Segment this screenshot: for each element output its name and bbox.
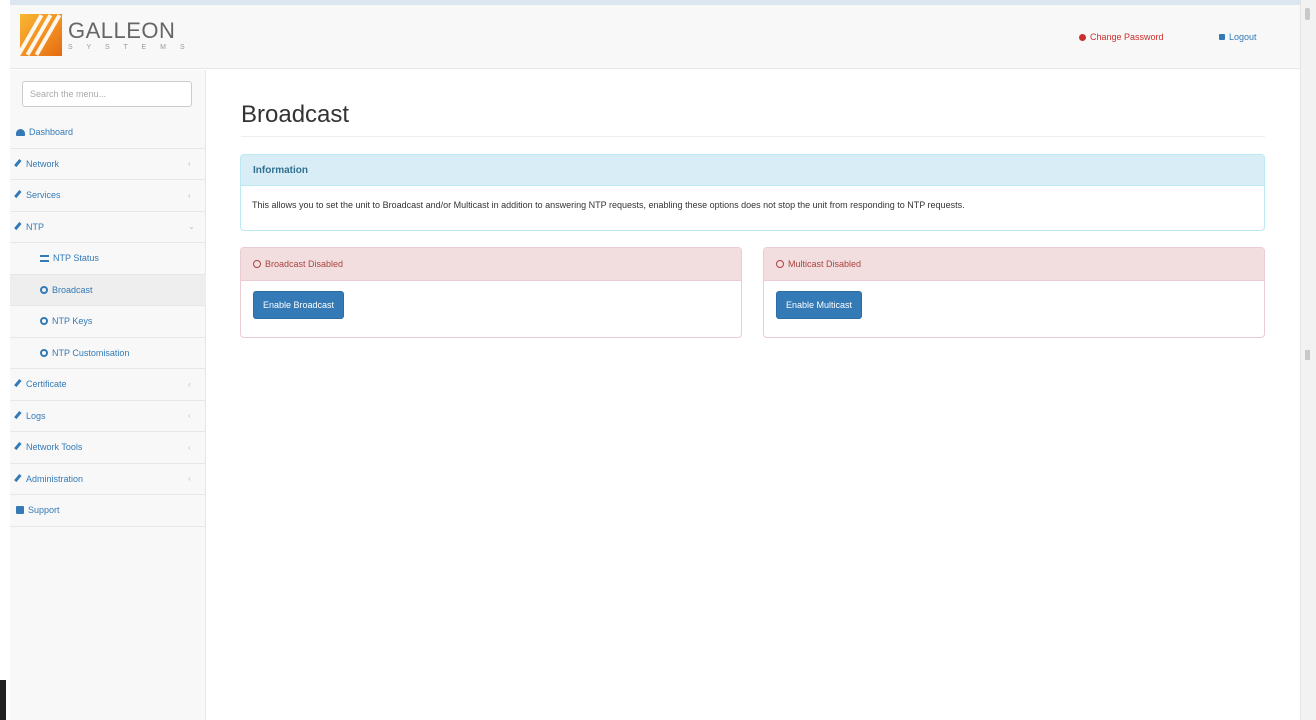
sidebar-item-ntp-customisation[interactable]: NTP Customisation bbox=[10, 338, 206, 369]
sidebar-item-ntp-keys[interactable]: NTP Keys bbox=[10, 306, 206, 338]
multicast-status-label: Multicast Disabled bbox=[788, 259, 862, 269]
page-title: Broadcast bbox=[241, 101, 350, 128]
sidebar-item-ntp[interactable]: NTP ⌄ bbox=[10, 212, 206, 243]
broadcast-status-label: Broadcast Disabled bbox=[265, 259, 344, 269]
broadcast-status-heading: Broadcast Disabled bbox=[241, 248, 741, 281]
vertical-scrollbar[interactable] bbox=[1300, 0, 1316, 720]
sidebar-menu: Dashboard Network ‹ Services ‹ NTP ⌄ NTP St… bbox=[10, 117, 206, 527]
wrench-icon bbox=[14, 190, 24, 201]
wrench-icon bbox=[14, 158, 24, 169]
globe-icon bbox=[40, 317, 48, 326]
power-off-icon bbox=[253, 260, 261, 268]
chevron-left-icon: ‹ bbox=[188, 190, 191, 200]
multicast-panel: Multicast Disabled Enable Multicast bbox=[763, 247, 1265, 338]
chevron-left-icon: ‹ bbox=[188, 411, 191, 421]
wrench-icon bbox=[14, 473, 24, 484]
scrollbar-thumb[interactable] bbox=[1305, 350, 1310, 360]
multicast-status-heading: Multicast Disabled bbox=[764, 248, 1264, 281]
chevron-left-icon: ‹ bbox=[188, 379, 191, 389]
sidebar-item-dashboard[interactable]: Dashboard bbox=[10, 117, 206, 149]
sidebar-item-administration[interactable]: Administration ‹ bbox=[10, 464, 206, 495]
dashboard-icon bbox=[16, 128, 25, 136]
chevron-left-icon: ‹ bbox=[188, 442, 191, 452]
power-off-icon bbox=[776, 260, 784, 268]
enable-broadcast-button[interactable]: Enable Broadcast bbox=[253, 291, 345, 319]
lock-icon bbox=[1219, 34, 1225, 40]
logo-mark-icon bbox=[20, 14, 62, 56]
plus-square-icon bbox=[16, 506, 24, 515]
logout-link[interactable]: Logout bbox=[1219, 32, 1257, 42]
sidebar-item-logs[interactable]: Logs ‹ bbox=[10, 401, 206, 432]
sidebar-item-support[interactable]: Support bbox=[10, 495, 206, 527]
globe-icon bbox=[40, 348, 48, 357]
sidebar-item-network-tools[interactable]: Network Tools ‹ bbox=[10, 432, 206, 464]
window-left-edge-dark bbox=[0, 680, 6, 720]
exclamation-circle-icon bbox=[1079, 33, 1086, 41]
globe-icon bbox=[40, 285, 48, 294]
change-password-link[interactable]: Change Password bbox=[1079, 32, 1164, 42]
sidebar-item-ntp-status[interactable]: NTP Status bbox=[10, 243, 206, 275]
logout-label: Logout bbox=[1229, 32, 1257, 42]
information-panel: Information This allows you to set the u… bbox=[240, 154, 1265, 231]
chevron-left-icon: ‹ bbox=[188, 474, 191, 484]
brand-name: GALLEON bbox=[68, 17, 176, 43]
wrench-icon bbox=[14, 379, 24, 390]
wrench-icon bbox=[14, 221, 24, 232]
sidebar-item-network[interactable]: Network ‹ bbox=[10, 149, 206, 180]
sidebar-item-services[interactable]: Services ‹ bbox=[10, 180, 206, 212]
enable-multicast-button[interactable]: Enable Multicast bbox=[776, 291, 863, 319]
sidebar-item-broadcast[interactable]: Broadcast bbox=[10, 274, 206, 306]
change-password-label: Change Password bbox=[1090, 32, 1164, 42]
information-panel-heading: Information bbox=[241, 155, 1264, 186]
chevron-left-icon: ‹ bbox=[188, 159, 191, 169]
wrench-icon bbox=[14, 442, 24, 453]
scrollbar-up-arrow[interactable] bbox=[1305, 8, 1310, 20]
galleon-logo[interactable]: GALLEON S Y S T E M S bbox=[20, 14, 191, 56]
wrench-icon bbox=[14, 410, 24, 421]
information-panel-body: This allows you to set the unit to Broad… bbox=[252, 200, 965, 210]
title-divider bbox=[241, 136, 1265, 137]
menu-search-input[interactable] bbox=[22, 81, 192, 107]
chevron-down-icon: ⌄ bbox=[188, 222, 195, 232]
broadcast-panel: Broadcast Disabled Enable Broadcast bbox=[240, 247, 742, 338]
window-left-edge bbox=[0, 0, 10, 720]
sidebar-item-certificate[interactable]: Certificate ‹ bbox=[10, 369, 206, 401]
list-icon bbox=[40, 254, 49, 262]
brand-subtitle: S Y S T E M S bbox=[68, 43, 191, 51]
sidebar: Dashboard Network‹ Services‹ NTP⌄ NTP St… bbox=[10, 70, 206, 720]
